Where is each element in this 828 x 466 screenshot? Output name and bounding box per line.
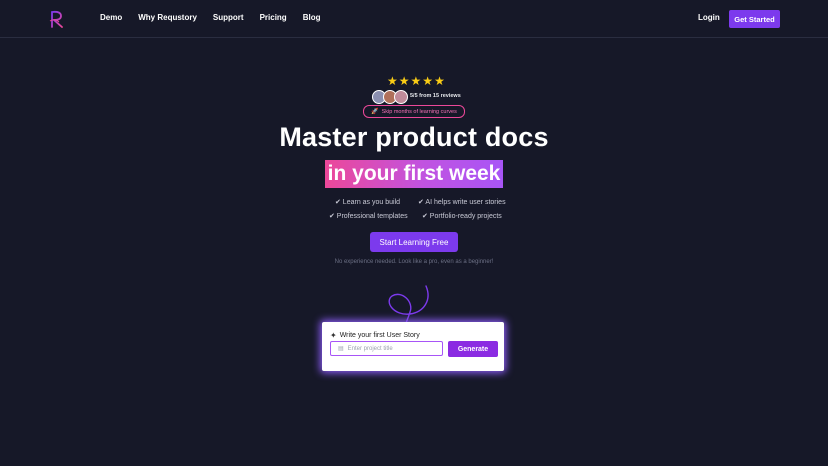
feature-item: ✔ AI helps write user stories: [418, 199, 506, 206]
star-icon: ★: [398, 74, 410, 88]
nav-link-demo[interactable]: Demo: [100, 13, 122, 22]
nav-link-support[interactable]: Support: [213, 13, 244, 22]
skip-learning-badge: 🚀 Skip months of learning curves: [363, 105, 465, 118]
experience-note: No experience needed. Look like a pro, e…: [334, 259, 494, 265]
nav-links: Demo Why Requstory Support Pricing Blog: [100, 13, 336, 22]
star-icon: ★: [387, 74, 398, 88]
project-title-input[interactable]: ▤ Enter project title: [330, 341, 443, 356]
reviewer-avatars: [372, 90, 408, 104]
document-icon: ▤: [338, 346, 344, 352]
nav-link-blog[interactable]: Blog: [303, 13, 321, 22]
star-icon: ★: [434, 74, 445, 88]
hero-highlight: in your first week: [325, 160, 503, 188]
input-placeholder: Enter project title: [347, 345, 393, 352]
nav-link-pricing[interactable]: Pricing: [260, 13, 287, 22]
feature-item: ✔ Professional templates: [329, 213, 408, 220]
star-icon: ★: [410, 74, 422, 88]
feature-item: ✔ Learn as you build: [335, 199, 401, 206]
review-summary: 5/5 from 15 reviews: [410, 93, 461, 99]
start-learning-button[interactable]: Start Learning Free: [370, 232, 458, 252]
rocket-icon: 🚀: [371, 109, 379, 115]
star-icon: ★: [422, 74, 434, 88]
get-started-button[interactable]: Get Started: [729, 10, 780, 28]
avatar: [394, 90, 408, 104]
hero-headline: Master product docs: [279, 122, 549, 152]
login-link[interactable]: Login: [698, 13, 720, 22]
sparkle-icon: ✦: [330, 331, 337, 340]
nav-link-why-requstory[interactable]: Why Requstory: [138, 13, 197, 22]
feature-item: ✔ Portfolio-ready projects: [422, 213, 502, 220]
generate-button[interactable]: Generate: [448, 341, 498, 357]
user-story-card: ✦ Write your first User Story ▤ Enter pr…: [322, 322, 504, 371]
top-nav: Demo Why Requstory Support Pricing Blog …: [0, 0, 828, 38]
card-title-text: Write your first User Story: [339, 332, 420, 339]
rating-stars: ★ ★ ★ ★ ★: [387, 75, 445, 87]
card-title: ✦ Write your first User Story: [330, 331, 420, 340]
requstory-logo[interactable]: [47, 9, 67, 29]
badge-text: Skip months of learning curves: [381, 108, 457, 115]
